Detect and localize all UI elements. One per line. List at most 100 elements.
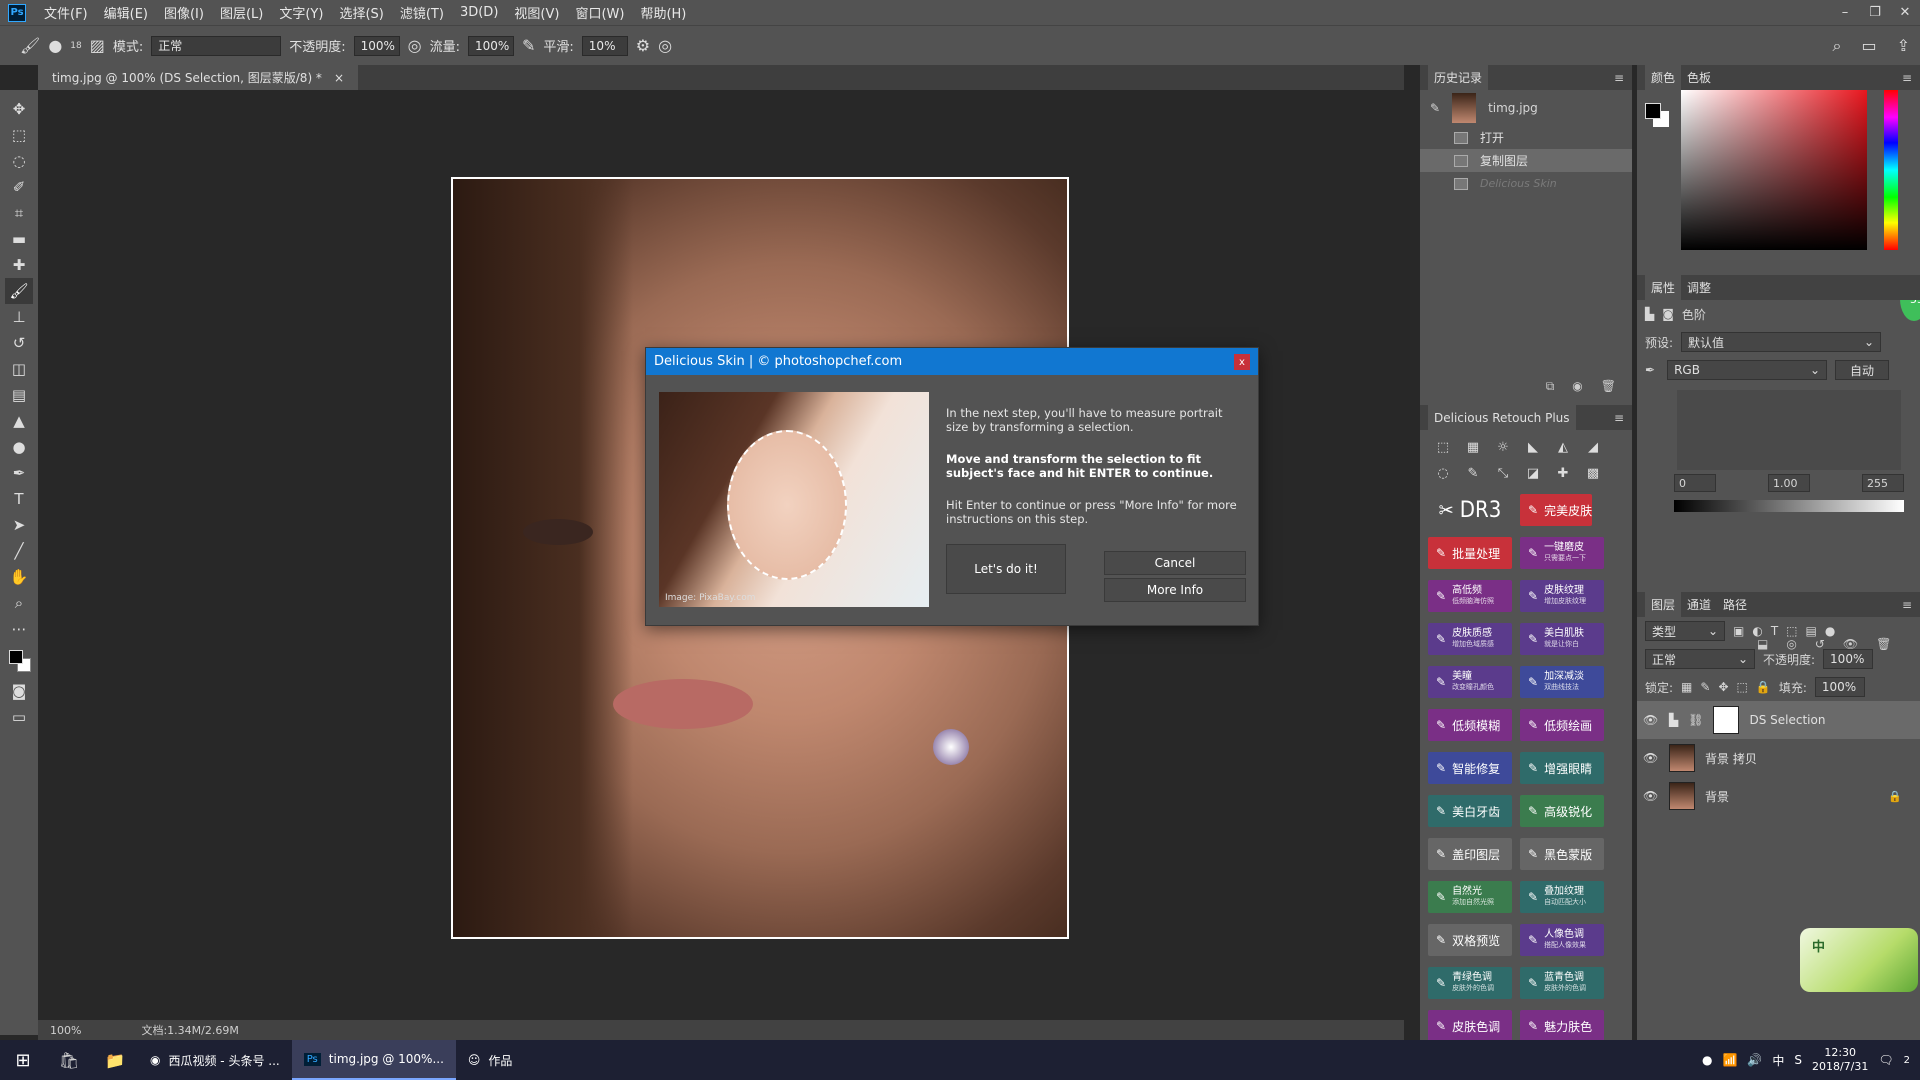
sharpen-tool-icon[interactable]: ▲ xyxy=(5,408,33,434)
flow-field[interactable]: 100% xyxy=(468,35,514,56)
cancel-button[interactable]: Cancel xyxy=(1104,551,1246,575)
dialog-close-button[interactable]: x xyxy=(1234,354,1250,370)
drp-button[interactable]: ✎ 美白肌肤 就是让你白 xyxy=(1520,623,1604,655)
output-gradient[interactable] xyxy=(1674,500,1904,512)
drp-button[interactable]: ✎ 人像色调 搭配人像效果 xyxy=(1520,924,1604,956)
texture-icon[interactable]: ▩ xyxy=(1584,464,1602,482)
quick-mask-icon[interactable]: ◙ xyxy=(5,678,33,704)
tab-channels[interactable]: 通道 xyxy=(1681,592,1717,617)
store-icon[interactable]: 🛍 xyxy=(46,1040,92,1080)
drp-button[interactable]: ✎ 加深减淡 双曲线技法 xyxy=(1520,666,1604,698)
lock-paint-icon[interactable]: ✎ xyxy=(1700,680,1710,694)
layer-opacity-field[interactable]: 100% xyxy=(1823,649,1874,669)
search-icon[interactable]: ⌕ xyxy=(1833,36,1842,56)
pressure-opacity-icon[interactable]: ◎ xyxy=(408,36,422,55)
channel-select[interactable]: RGB ⌄ xyxy=(1667,360,1828,380)
input-white-field[interactable]: 255 xyxy=(1862,474,1904,492)
tab-color[interactable]: 颜色 xyxy=(1645,65,1682,90)
drp-button[interactable]: ✎ 批量处理 xyxy=(1428,537,1512,569)
drp-button[interactable]: ✎ 低频模糊 xyxy=(1428,709,1512,741)
trash-icon[interactable]: 🗑 xyxy=(1601,379,1616,393)
brush-tool-icon[interactable]: 🖌 xyxy=(20,36,40,55)
tab-history[interactable]: 历史记录 xyxy=(1428,65,1489,90)
menu-window[interactable]: 窗口(W) xyxy=(567,3,632,22)
filter-type-icon[interactable]: T xyxy=(1771,624,1778,638)
gradient-tool-icon[interactable]: ▤ xyxy=(5,382,33,408)
panel-menu-icon[interactable]: ≡ xyxy=(1902,598,1912,612)
menu-file[interactable]: 文件(F) xyxy=(36,3,96,22)
eye-icon[interactable]: 👁 xyxy=(1643,751,1659,765)
blend-mode-select[interactable]: 正常 ⌄ xyxy=(1645,649,1755,669)
dialog-titlebar[interactable]: Delicious Skin | © photoshopchef.com x xyxy=(646,348,1258,375)
tab-properties[interactable]: 属性 xyxy=(1645,275,1682,300)
brush-preset-icon[interactable]: ● xyxy=(48,36,62,55)
select-icon[interactable]: ⬚ xyxy=(1434,438,1452,456)
input-black-field[interactable]: 0 xyxy=(1674,474,1716,492)
menu-help[interactable]: 帮助(H) xyxy=(632,3,694,22)
tray-app-icon[interactable]: ● xyxy=(1702,1053,1712,1067)
drp-button[interactable]: ✎ 美白牙齿 xyxy=(1428,795,1512,827)
eye-icon[interactable]: 👁 xyxy=(1643,789,1659,803)
lets-do-it-button[interactable]: Let's do it! xyxy=(946,544,1066,594)
share-icon[interactable]: ⇪ xyxy=(1897,36,1910,56)
type-tool-icon[interactable]: T xyxy=(5,486,33,512)
layer-row[interactable]: 👁 背景 拷贝 xyxy=(1637,739,1920,777)
pen-tool-icon[interactable]: ✒ xyxy=(5,460,33,486)
line-tool-icon[interactable]: ╱ xyxy=(5,538,33,564)
minimize-icon[interactable]: – xyxy=(1830,0,1860,25)
document-size[interactable]: 文档:1.34M/2.69M xyxy=(141,1022,238,1038)
lock-all-icon[interactable]: 🔒 xyxy=(1756,680,1771,694)
drp-button[interactable]: ✎ 皮肤质感 增加色域质感 xyxy=(1428,623,1512,655)
antivirus-icon[interactable]: S xyxy=(1794,1053,1802,1067)
opacity-field[interactable]: 100% xyxy=(353,35,400,56)
lock-position-icon[interactable]: ✥ xyxy=(1718,680,1728,694)
swap-icon[interactable]: ⤡ xyxy=(1494,464,1512,482)
camera-icon[interactable]: ◉ xyxy=(1572,379,1582,393)
layer-row[interactable]: 👁 背景 🔒 xyxy=(1637,777,1920,815)
more-tools-icon[interactable]: ⋯ xyxy=(5,616,33,642)
drp-button[interactable]: ✎ 高级锐化 xyxy=(1520,795,1604,827)
screen-mode-icon[interactable]: ▭ xyxy=(5,704,33,730)
file-explorer-icon[interactable]: 📁 xyxy=(92,1040,138,1080)
tab-close-icon[interactable]: × xyxy=(334,71,344,85)
document-tab[interactable]: timg.jpg @ 100% (DS Selection, 图层蒙版/8) *… xyxy=(38,65,358,90)
panel-menu-icon[interactable]: ≡ xyxy=(1614,71,1624,85)
history-item[interactable]: Delicious Skin xyxy=(1420,172,1632,195)
tab-adjustments[interactable]: 调整 xyxy=(1681,275,1717,300)
tab-drp[interactable]: Delicious Retouch Plus xyxy=(1428,405,1576,430)
drp-button[interactable]: ✎ 双格预览 xyxy=(1428,924,1512,956)
levels-high-icon[interactable]: ◢ xyxy=(1584,438,1602,456)
zoom-tool-icon[interactable]: ⌕ xyxy=(5,590,33,616)
hue-slider[interactable] xyxy=(1884,90,1898,250)
zoom-level[interactable]: 100% xyxy=(50,1024,81,1037)
lasso-tool-icon[interactable]: ◌ xyxy=(5,148,33,174)
drp-button[interactable]: ✎ 黑色蒙版 xyxy=(1520,838,1604,870)
history-item[interactable]: 复制图层 xyxy=(1420,149,1632,172)
sun-icon[interactable]: ☼ xyxy=(1494,438,1512,456)
new-document-icon[interactable]: ⧉ xyxy=(1546,379,1555,394)
auto-button[interactable]: 自动 xyxy=(1835,360,1890,380)
layer-row[interactable]: 👁 ▙ ⛓ DS Selection xyxy=(1637,701,1920,739)
menu-view[interactable]: 视图(V) xyxy=(506,3,567,22)
taskbar-app-photoshop[interactable]: Ps timg.jpg @ 100%... xyxy=(291,1040,456,1080)
taskbar-app-works[interactable]: ☺ 作品 xyxy=(456,1040,525,1080)
mask-icon[interactable]: ◪ xyxy=(1524,464,1542,482)
history-item[interactable]: 打开 xyxy=(1420,126,1632,149)
close-icon[interactable]: ✕ xyxy=(1890,0,1920,25)
wifi-icon[interactable]: 📶 xyxy=(1722,1053,1737,1067)
layer-filter-select[interactable]: 类型 ⌄ xyxy=(1645,621,1725,641)
drp-button[interactable]: ✎ 盖印图层 xyxy=(1428,838,1512,870)
levels-icon[interactable]: ◣ xyxy=(1524,438,1542,456)
drp-button[interactable]: ✎ 魅力肤色 xyxy=(1520,1010,1604,1042)
drp-button[interactable]: ✎ 皮肤色调 xyxy=(1428,1010,1512,1042)
filter-pixel-icon[interactable]: ▣ xyxy=(1733,624,1744,638)
foreground-color[interactable] xyxy=(9,650,23,664)
history-brush-tool-icon[interactable]: ↺ xyxy=(5,330,33,356)
menu-select[interactable]: 选择(S) xyxy=(331,3,391,22)
filter-shape-icon[interactable]: ⬚ xyxy=(1786,624,1797,638)
eraser-tool-icon[interactable]: ◫ xyxy=(5,356,33,382)
drp-button[interactable]: ✎ 青绿色调 皮肤外的色调 xyxy=(1428,967,1512,999)
healing-tool-icon[interactable]: ✚ xyxy=(5,252,33,278)
pressure-size-icon[interactable]: ◎ xyxy=(658,36,672,55)
hand-tool-icon[interactable]: ✋ xyxy=(5,564,33,590)
